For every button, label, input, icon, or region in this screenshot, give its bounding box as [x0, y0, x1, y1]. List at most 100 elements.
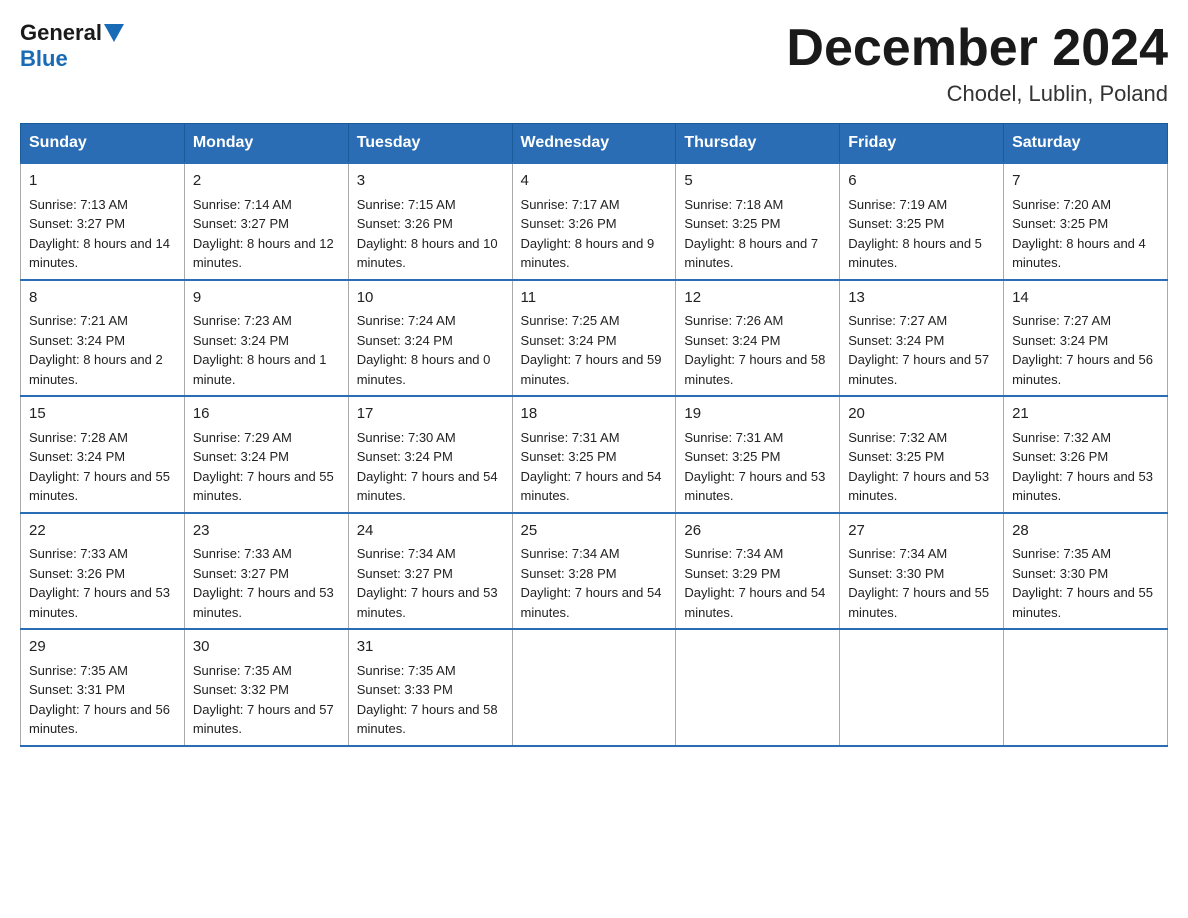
- day-info: Sunrise: 7:31 AMSunset: 3:25 PMDaylight:…: [684, 430, 825, 504]
- day-info: Sunrise: 7:35 AMSunset: 3:30 PMDaylight:…: [1012, 546, 1153, 620]
- day-number: 16: [193, 403, 340, 426]
- day-cell: 8Sunrise: 7:21 AMSunset: 3:24 PMDaylight…: [21, 280, 185, 397]
- day-cell: 2 Sunrise: 7:14 AMSunset: 3:27 PMDaylight…: [184, 163, 348, 280]
- day-cell: 25Sunrise: 7:34 AMSunset: 3:28 PMDayligh…: [512, 513, 676, 630]
- day-cell: [512, 629, 676, 746]
- day-number: 14: [1012, 287, 1159, 310]
- day-number: 27: [848, 520, 995, 543]
- logo-general-text: General: [20, 20, 102, 46]
- day-info: Sunrise: 7:25 AMSunset: 3:24 PMDaylight:…: [521, 313, 662, 387]
- day-number: 28: [1012, 520, 1159, 543]
- day-info: Sunrise: 7:14 AMSunset: 3:27 PMDaylight:…: [193, 197, 334, 271]
- day-number: 22: [29, 520, 176, 543]
- day-cell: 22 Sunrise: 7:33 AMSunset: 3:26 PMDayligh…: [21, 513, 185, 630]
- day-number: 29: [29, 636, 176, 659]
- day-number: 1: [29, 170, 176, 193]
- day-number: 20: [848, 403, 995, 426]
- header-tuesday: Tuesday: [348, 124, 512, 164]
- day-cell: 11 Sunrise: 7:25 AMSunset: 3:24 PMDayligh…: [512, 280, 676, 397]
- day-info: Sunrise: 7:20 AMSunset: 3:25 PMDaylight:…: [1012, 197, 1146, 271]
- day-cell: 14Sunrise: 7:27 AMSunset: 3:24 PMDayligh…: [1004, 280, 1168, 397]
- day-cell: 5Sunrise: 7:18 AMSunset: 3:25 PMDaylight…: [676, 163, 840, 280]
- day-number: 31: [357, 636, 504, 659]
- day-cell: 20 Sunrise: 7:32 AMSunset: 3:25 PMDayligh…: [840, 396, 1004, 513]
- day-info: Sunrise: 7:27 AMSunset: 3:24 PMDaylight:…: [848, 313, 989, 387]
- day-number: 24: [357, 520, 504, 543]
- calendar-table: SundayMondayTuesdayWednesdayThursdayFrid…: [20, 123, 1168, 747]
- week-row-2: 8Sunrise: 7:21 AMSunset: 3:24 PMDaylight…: [21, 280, 1168, 397]
- day-info: Sunrise: 7:34 AMSunset: 3:27 PMDaylight:…: [357, 546, 498, 620]
- day-info: Sunrise: 7:19 AMSunset: 3:25 PMDaylight:…: [848, 197, 982, 271]
- day-info: Sunrise: 7:15 AMSunset: 3:26 PMDaylight:…: [357, 197, 498, 271]
- day-info: Sunrise: 7:17 AMSunset: 3:26 PMDaylight:…: [521, 197, 655, 271]
- day-cell: 10Sunrise: 7:24 AMSunset: 3:24 PMDayligh…: [348, 280, 512, 397]
- day-info: Sunrise: 7:18 AMSunset: 3:25 PMDaylight:…: [684, 197, 818, 271]
- day-cell: 18Sunrise: 7:31 AMSunset: 3:25 PMDayligh…: [512, 396, 676, 513]
- day-cell: [676, 629, 840, 746]
- day-number: 15: [29, 403, 176, 426]
- header-row: SundayMondayTuesdayWednesdayThursdayFrid…: [21, 124, 1168, 164]
- day-info: Sunrise: 7:33 AMSunset: 3:26 PMDaylight:…: [29, 546, 170, 620]
- location-subtitle: Chodel, Lublin, Poland: [786, 81, 1168, 107]
- day-info: Sunrise: 7:29 AMSunset: 3:24 PMDaylight:…: [193, 430, 334, 504]
- day-number: 17: [357, 403, 504, 426]
- day-cell: 24 Sunrise: 7:34 AMSunset: 3:27 PMDayligh…: [348, 513, 512, 630]
- week-row-1: 1Sunrise: 7:13 AMSunset: 3:27 PMDaylight…: [21, 163, 1168, 280]
- header-wednesday: Wednesday: [512, 124, 676, 164]
- header-sunday: Sunday: [21, 124, 185, 164]
- day-info: Sunrise: 7:32 AMSunset: 3:25 PMDaylight:…: [848, 430, 989, 504]
- day-cell: [1004, 629, 1168, 746]
- day-cell: 9 Sunrise: 7:23 AMSunset: 3:24 PMDaylight…: [184, 280, 348, 397]
- day-number: 30: [193, 636, 340, 659]
- day-info: Sunrise: 7:34 AMSunset: 3:29 PMDaylight:…: [684, 546, 825, 620]
- day-info: Sunrise: 7:35 AMSunset: 3:33 PMDaylight:…: [357, 663, 498, 737]
- day-number: 6: [848, 170, 995, 193]
- day-info: Sunrise: 7:34 AMSunset: 3:28 PMDaylight:…: [521, 546, 662, 620]
- day-cell: 19 Sunrise: 7:31 AMSunset: 3:25 PMDayligh…: [676, 396, 840, 513]
- header-monday: Monday: [184, 124, 348, 164]
- title-section: December 2024 Chodel, Lublin, Poland: [786, 20, 1168, 107]
- day-cell: 28 Sunrise: 7:35 AMSunset: 3:30 PMDayligh…: [1004, 513, 1168, 630]
- day-info: Sunrise: 7:21 AMSunset: 3:24 PMDaylight:…: [29, 313, 163, 387]
- day-cell: 7 Sunrise: 7:20 AMSunset: 3:25 PMDaylight…: [1004, 163, 1168, 280]
- day-number: 23: [193, 520, 340, 543]
- day-cell: 6 Sunrise: 7:19 AMSunset: 3:25 PMDaylight…: [840, 163, 1004, 280]
- day-cell: 13 Sunrise: 7:27 AMSunset: 3:24 PMDayligh…: [840, 280, 1004, 397]
- day-cell: 27 Sunrise: 7:34 AMSunset: 3:30 PMDayligh…: [840, 513, 1004, 630]
- day-number: 13: [848, 287, 995, 310]
- day-cell: 30 Sunrise: 7:35 AMSunset: 3:32 PMDayligh…: [184, 629, 348, 746]
- day-info: Sunrise: 7:28 AMSunset: 3:24 PMDaylight:…: [29, 430, 170, 504]
- day-cell: [840, 629, 1004, 746]
- day-number: 21: [1012, 403, 1159, 426]
- header-saturday: Saturday: [1004, 124, 1168, 164]
- header-friday: Friday: [840, 124, 1004, 164]
- week-row-4: 22 Sunrise: 7:33 AMSunset: 3:26 PMDayligh…: [21, 513, 1168, 630]
- day-number: 7: [1012, 170, 1159, 193]
- day-cell: 4 Sunrise: 7:17 AMSunset: 3:26 PMDaylight…: [512, 163, 676, 280]
- day-info: Sunrise: 7:31 AMSunset: 3:25 PMDaylight:…: [521, 430, 662, 504]
- day-cell: 17 Sunrise: 7:30 AMSunset: 3:24 PMDayligh…: [348, 396, 512, 513]
- day-number: 11: [521, 287, 668, 310]
- day-info: Sunrise: 7:23 AMSunset: 3:24 PMDaylight:…: [193, 313, 327, 387]
- day-info: Sunrise: 7:34 AMSunset: 3:30 PMDaylight:…: [848, 546, 989, 620]
- day-cell: 31 Sunrise: 7:35 AMSunset: 3:33 PMDayligh…: [348, 629, 512, 746]
- day-cell: 29 Sunrise: 7:35 AMSunset: 3:31 PMDayligh…: [21, 629, 185, 746]
- week-row-5: 29 Sunrise: 7:35 AMSunset: 3:31 PMDayligh…: [21, 629, 1168, 746]
- day-info: Sunrise: 7:30 AMSunset: 3:24 PMDaylight:…: [357, 430, 498, 504]
- day-info: Sunrise: 7:35 AMSunset: 3:32 PMDaylight:…: [193, 663, 334, 737]
- day-number: 19: [684, 403, 831, 426]
- day-number: 2: [193, 170, 340, 193]
- day-number: 26: [684, 520, 831, 543]
- day-info: Sunrise: 7:35 AMSunset: 3:31 PMDaylight:…: [29, 663, 170, 737]
- header-thursday: Thursday: [676, 124, 840, 164]
- day-number: 12: [684, 287, 831, 310]
- day-number: 4: [521, 170, 668, 193]
- day-cell: 12Sunrise: 7:26 AMSunset: 3:24 PMDayligh…: [676, 280, 840, 397]
- day-info: Sunrise: 7:24 AMSunset: 3:24 PMDaylight:…: [357, 313, 491, 387]
- logo-blue-text: Blue: [20, 46, 68, 72]
- day-cell: 15 Sunrise: 7:28 AMSunset: 3:24 PMDayligh…: [21, 396, 185, 513]
- logo-triangle-icon: [104, 24, 124, 42]
- page-header: General Blue December 2024 Chodel, Lubli…: [20, 20, 1168, 107]
- day-cell: 26 Sunrise: 7:34 AMSunset: 3:29 PMDayligh…: [676, 513, 840, 630]
- day-number: 9: [193, 287, 340, 310]
